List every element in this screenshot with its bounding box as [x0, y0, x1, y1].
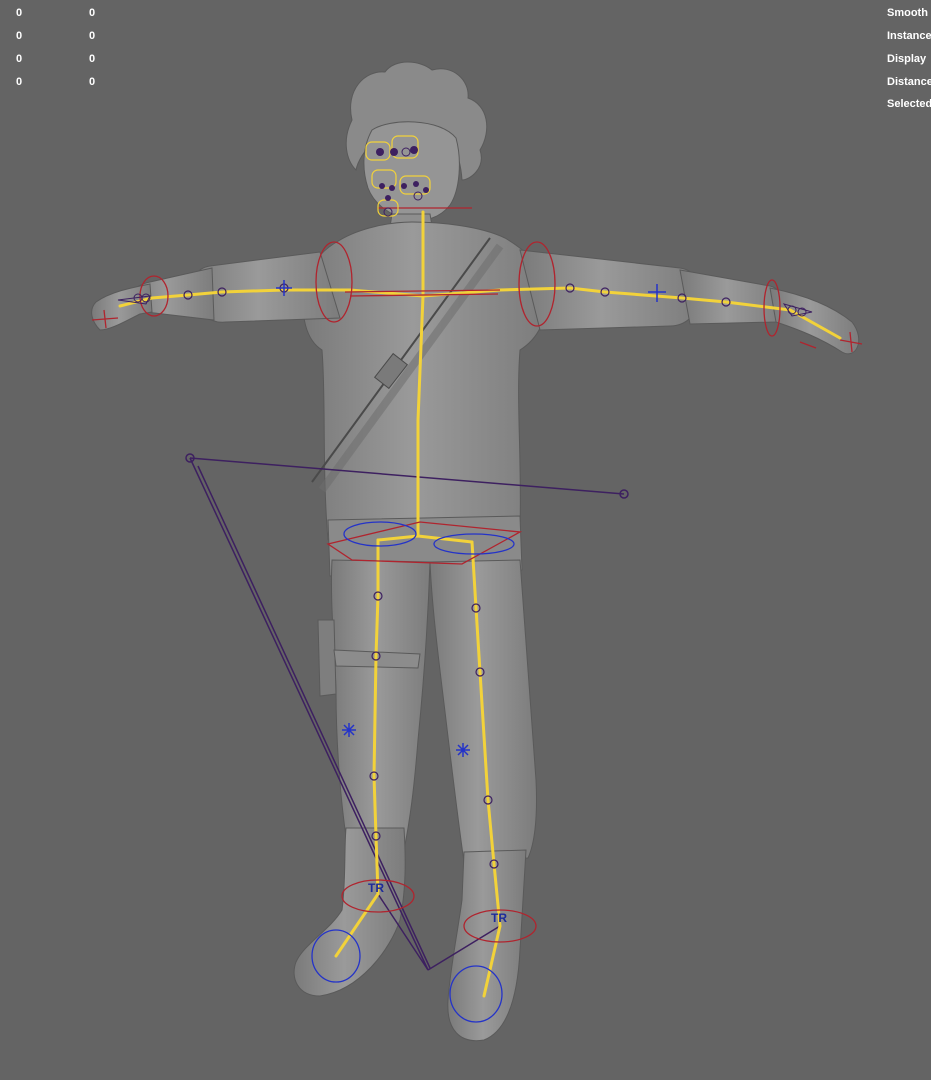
hud-value: 0	[89, 53, 96, 65]
hud-value: 0	[89, 30, 96, 42]
hud-row: 0 0	[0, 52, 931, 72]
hud-label-selected: Selected	[887, 98, 931, 110]
hud-value: 0	[16, 30, 23, 42]
hud-label-display: Display	[887, 53, 927, 65]
hud-value: 0	[16, 7, 23, 19]
torso-mesh	[302, 221, 547, 541]
hud-label-instance: Instance	[887, 30, 931, 42]
hud-value: 0	[89, 76, 96, 88]
hud-value: 0	[16, 53, 23, 65]
scene-canvas[interactable]: TR TR	[0, 0, 931, 1080]
forearm-right-mesh	[679, 269, 785, 325]
hud-row: 0 0	[0, 6, 931, 26]
hud-label-smooth: Smooth	[887, 7, 928, 19]
hud-row: 0 0	[0, 29, 931, 49]
hud-label-distance: Distance	[887, 76, 931, 88]
foot-label-right: TR	[491, 911, 507, 925]
hud-value: 0	[16, 76, 23, 88]
holster-mesh	[317, 619, 337, 697]
character-mesh[interactable]	[91, 61, 860, 1042]
viewport-3d[interactable]: TR TR 0 0 0 0 0 0 0 0 Smooth Instance Di…	[0, 0, 931, 1080]
hand-right-mesh	[769, 287, 860, 355]
hud-row: 0 0	[0, 75, 931, 95]
hud-value: 0	[89, 7, 96, 19]
boot-right-mesh	[447, 849, 527, 1042]
leg-left-mesh	[330, 559, 431, 851]
foot-label-left: TR	[368, 881, 384, 895]
